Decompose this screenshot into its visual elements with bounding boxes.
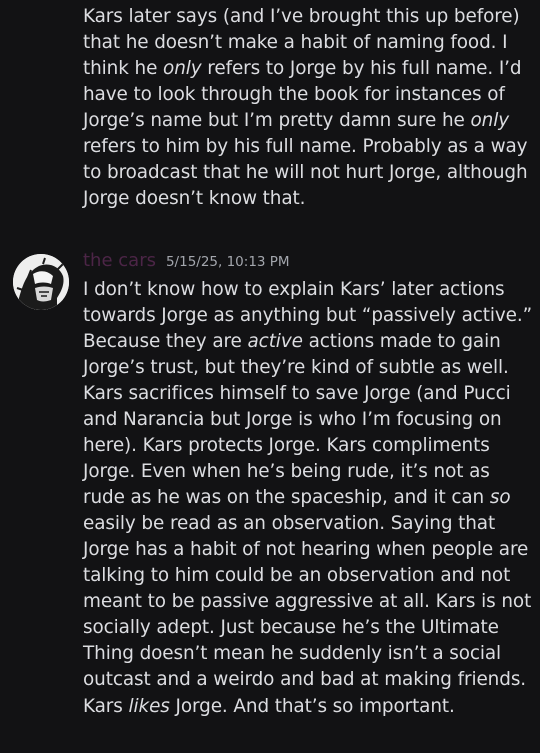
- message-text: Kars later says (and I’ve brought this u…: [83, 4, 533, 212]
- message-header: the cars 5/15/25, 10:13 PM: [83, 250, 290, 276]
- emphasized-text: active: [247, 331, 303, 352]
- emphasized-text: so: [489, 487, 511, 508]
- text-run: easily be read as an observation. Saying…: [83, 513, 532, 690]
- emphasized-text: likes: [128, 696, 170, 717]
- message-text: Kars likes Jorge. And that’s so importan…: [83, 694, 533, 720]
- emphasized-text: only: [163, 58, 202, 79]
- message-paragraph: Kars likes Jorge. And that’s so importan…: [83, 694, 533, 720]
- username[interactable]: the cars: [83, 250, 156, 271]
- message-text: I don’t know how to explain Kars’ later …: [83, 277, 533, 693]
- message-paragraph: I don’t know how to explain Kars’ later …: [83, 277, 533, 693]
- text-run: refers to him by his full name. Probably…: [83, 136, 528, 209]
- user-avatar-icon[interactable]: [13, 254, 69, 310]
- text-run: actions made to gain Jorge’s trust, but …: [83, 331, 511, 508]
- timestamp[interactable]: 5/15/25, 10:13 PM: [166, 254, 290, 270]
- text-run: Jorge. And that’s so important.: [169, 696, 455, 717]
- emphasized-text: only: [470, 110, 510, 131]
- message-paragraph: Kars later says (and I’ve brought this u…: [83, 4, 533, 212]
- chat-log: Kars later says (and I’ve brought this u…: [0, 0, 540, 753]
- text-run: Kars: [83, 696, 129, 717]
